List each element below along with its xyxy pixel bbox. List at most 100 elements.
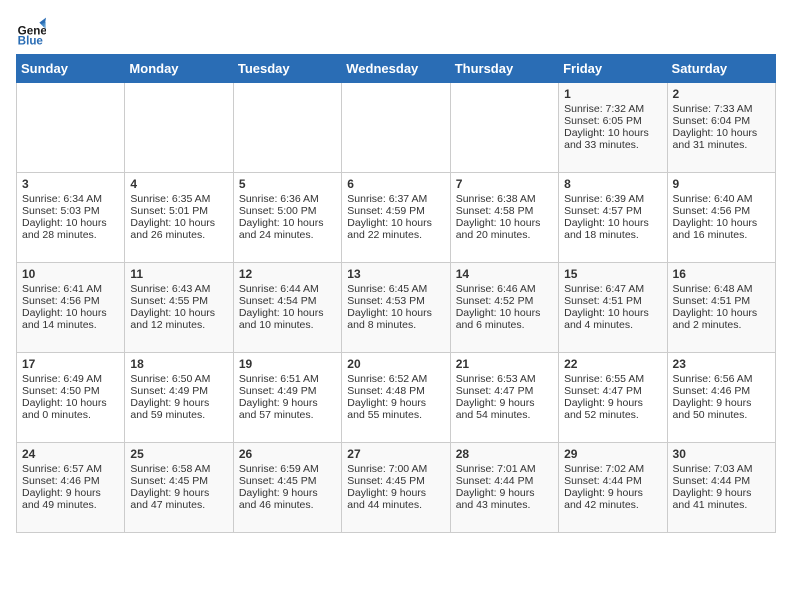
sunrise-text: Sunrise: 6:36 AM xyxy=(239,193,319,205)
calendar-cell: 30 Sunrise: 7:03 AM Sunset: 4:44 PM Dayl… xyxy=(667,443,775,533)
sunrise-text: Sunrise: 6:40 AM xyxy=(673,193,753,205)
sunrise-text: Sunrise: 7:32 AM xyxy=(564,103,644,115)
day-number: 30 xyxy=(673,447,770,461)
daylight-text: Daylight: 9 hours and 55 minutes. xyxy=(347,397,426,421)
sunrise-text: Sunrise: 7:01 AM xyxy=(456,463,536,475)
sunset-text: Sunset: 4:54 PM xyxy=(239,295,317,307)
daylight-text: Daylight: 10 hours and 14 minutes. xyxy=(22,307,107,331)
calendar-cell: 11 Sunrise: 6:43 AM Sunset: 4:55 PM Dayl… xyxy=(125,263,233,353)
calendar-week-row: 1 Sunrise: 7:32 AM Sunset: 6:05 PM Dayli… xyxy=(17,83,776,173)
day-number: 17 xyxy=(22,357,119,371)
day-number: 7 xyxy=(456,177,553,191)
day-number: 26 xyxy=(239,447,336,461)
calendar-cell: 13 Sunrise: 6:45 AM Sunset: 4:53 PM Dayl… xyxy=(342,263,450,353)
daylight-text: Daylight: 10 hours and 18 minutes. xyxy=(564,217,649,241)
daylight-text: Daylight: 10 hours and 33 minutes. xyxy=(564,127,649,151)
sunset-text: Sunset: 4:45 PM xyxy=(239,475,317,487)
sunset-text: Sunset: 5:03 PM xyxy=(22,205,100,217)
sunset-text: Sunset: 4:45 PM xyxy=(347,475,425,487)
daylight-text: Daylight: 9 hours and 52 minutes. xyxy=(564,397,643,421)
sunset-text: Sunset: 4:48 PM xyxy=(347,385,425,397)
daylight-text: Daylight: 9 hours and 49 minutes. xyxy=(22,487,101,511)
sunrise-text: Sunrise: 7:00 AM xyxy=(347,463,427,475)
page-header: General Blue xyxy=(16,16,776,46)
sunset-text: Sunset: 4:44 PM xyxy=(673,475,751,487)
weekday-header-row: SundayMondayTuesdayWednesdayThursdayFrid… xyxy=(17,55,776,83)
sunset-text: Sunset: 4:50 PM xyxy=(22,385,100,397)
day-number: 27 xyxy=(347,447,444,461)
weekday-header-monday: Monday xyxy=(125,55,233,83)
sunrise-text: Sunrise: 6:51 AM xyxy=(239,373,319,385)
sunrise-text: Sunrise: 6:58 AM xyxy=(130,463,210,475)
day-number: 21 xyxy=(456,357,553,371)
day-number: 3 xyxy=(22,177,119,191)
weekday-header-friday: Friday xyxy=(559,55,667,83)
calendar-cell: 17 Sunrise: 6:49 AM Sunset: 4:50 PM Dayl… xyxy=(17,353,125,443)
weekday-header-sunday: Sunday xyxy=(17,55,125,83)
sunrise-text: Sunrise: 6:47 AM xyxy=(564,283,644,295)
calendar-cell: 3 Sunrise: 6:34 AM Sunset: 5:03 PM Dayli… xyxy=(17,173,125,263)
weekday-header-wednesday: Wednesday xyxy=(342,55,450,83)
sunrise-text: Sunrise: 6:34 AM xyxy=(22,193,102,205)
calendar-cell: 1 Sunrise: 7:32 AM Sunset: 6:05 PM Dayli… xyxy=(559,83,667,173)
daylight-text: Daylight: 9 hours and 47 minutes. xyxy=(130,487,209,511)
sunset-text: Sunset: 4:47 PM xyxy=(564,385,642,397)
sunrise-text: Sunrise: 6:53 AM xyxy=(456,373,536,385)
calendar-cell: 21 Sunrise: 6:53 AM Sunset: 4:47 PM Dayl… xyxy=(450,353,558,443)
daylight-text: Daylight: 9 hours and 42 minutes. xyxy=(564,487,643,511)
sunrise-text: Sunrise: 7:03 AM xyxy=(673,463,753,475)
weekday-header-thursday: Thursday xyxy=(450,55,558,83)
sunset-text: Sunset: 4:56 PM xyxy=(673,205,751,217)
daylight-text: Daylight: 10 hours and 10 minutes. xyxy=(239,307,324,331)
sunrise-text: Sunrise: 6:46 AM xyxy=(456,283,536,295)
calendar-cell: 2 Sunrise: 7:33 AM Sunset: 6:04 PM Dayli… xyxy=(667,83,775,173)
calendar-cell xyxy=(233,83,341,173)
calendar-cell: 15 Sunrise: 6:47 AM Sunset: 4:51 PM Dayl… xyxy=(559,263,667,353)
sunrise-text: Sunrise: 6:56 AM xyxy=(673,373,753,385)
weekday-header-tuesday: Tuesday xyxy=(233,55,341,83)
day-number: 29 xyxy=(564,447,661,461)
sunset-text: Sunset: 4:59 PM xyxy=(347,205,425,217)
daylight-text: Daylight: 9 hours and 54 minutes. xyxy=(456,397,535,421)
sunset-text: Sunset: 6:04 PM xyxy=(673,115,751,127)
daylight-text: Daylight: 10 hours and 31 minutes. xyxy=(673,127,758,151)
sunset-text: Sunset: 4:51 PM xyxy=(564,295,642,307)
calendar-cell: 20 Sunrise: 6:52 AM Sunset: 4:48 PM Dayl… xyxy=(342,353,450,443)
calendar-cell: 6 Sunrise: 6:37 AM Sunset: 4:59 PM Dayli… xyxy=(342,173,450,263)
calendar-cell: 19 Sunrise: 6:51 AM Sunset: 4:49 PM Dayl… xyxy=(233,353,341,443)
day-number: 28 xyxy=(456,447,553,461)
calendar-cell: 29 Sunrise: 7:02 AM Sunset: 4:44 PM Dayl… xyxy=(559,443,667,533)
calendar-cell: 7 Sunrise: 6:38 AM Sunset: 4:58 PM Dayli… xyxy=(450,173,558,263)
sunset-text: Sunset: 4:46 PM xyxy=(22,475,100,487)
logo: General Blue xyxy=(16,16,46,46)
daylight-text: Daylight: 9 hours and 44 minutes. xyxy=(347,487,426,511)
calendar-cell: 16 Sunrise: 6:48 AM Sunset: 4:51 PM Dayl… xyxy=(667,263,775,353)
sunset-text: Sunset: 6:05 PM xyxy=(564,115,642,127)
daylight-text: Daylight: 10 hours and 26 minutes. xyxy=(130,217,215,241)
sunset-text: Sunset: 4:58 PM xyxy=(456,205,534,217)
day-number: 11 xyxy=(130,267,227,281)
day-number: 14 xyxy=(456,267,553,281)
day-number: 22 xyxy=(564,357,661,371)
day-number: 6 xyxy=(347,177,444,191)
sunrise-text: Sunrise: 7:33 AM xyxy=(673,103,753,115)
sunrise-text: Sunrise: 7:02 AM xyxy=(564,463,644,475)
sunrise-text: Sunrise: 6:45 AM xyxy=(347,283,427,295)
calendar-cell: 25 Sunrise: 6:58 AM Sunset: 4:45 PM Dayl… xyxy=(125,443,233,533)
calendar-week-row: 24 Sunrise: 6:57 AM Sunset: 4:46 PM Dayl… xyxy=(17,443,776,533)
sunset-text: Sunset: 4:57 PM xyxy=(564,205,642,217)
day-number: 12 xyxy=(239,267,336,281)
day-number: 18 xyxy=(130,357,227,371)
daylight-text: Daylight: 9 hours and 41 minutes. xyxy=(673,487,752,511)
sunset-text: Sunset: 4:44 PM xyxy=(456,475,534,487)
sunrise-text: Sunrise: 6:35 AM xyxy=(130,193,210,205)
sunset-text: Sunset: 4:52 PM xyxy=(456,295,534,307)
sunset-text: Sunset: 4:49 PM xyxy=(239,385,317,397)
day-number: 1 xyxy=(564,87,661,101)
calendar-week-row: 17 Sunrise: 6:49 AM Sunset: 4:50 PM Dayl… xyxy=(17,353,776,443)
calendar-cell: 23 Sunrise: 6:56 AM Sunset: 4:46 PM Dayl… xyxy=(667,353,775,443)
day-number: 5 xyxy=(239,177,336,191)
weekday-header-saturday: Saturday xyxy=(667,55,775,83)
daylight-text: Daylight: 10 hours and 0 minutes. xyxy=(22,397,107,421)
sunset-text: Sunset: 5:00 PM xyxy=(239,205,317,217)
